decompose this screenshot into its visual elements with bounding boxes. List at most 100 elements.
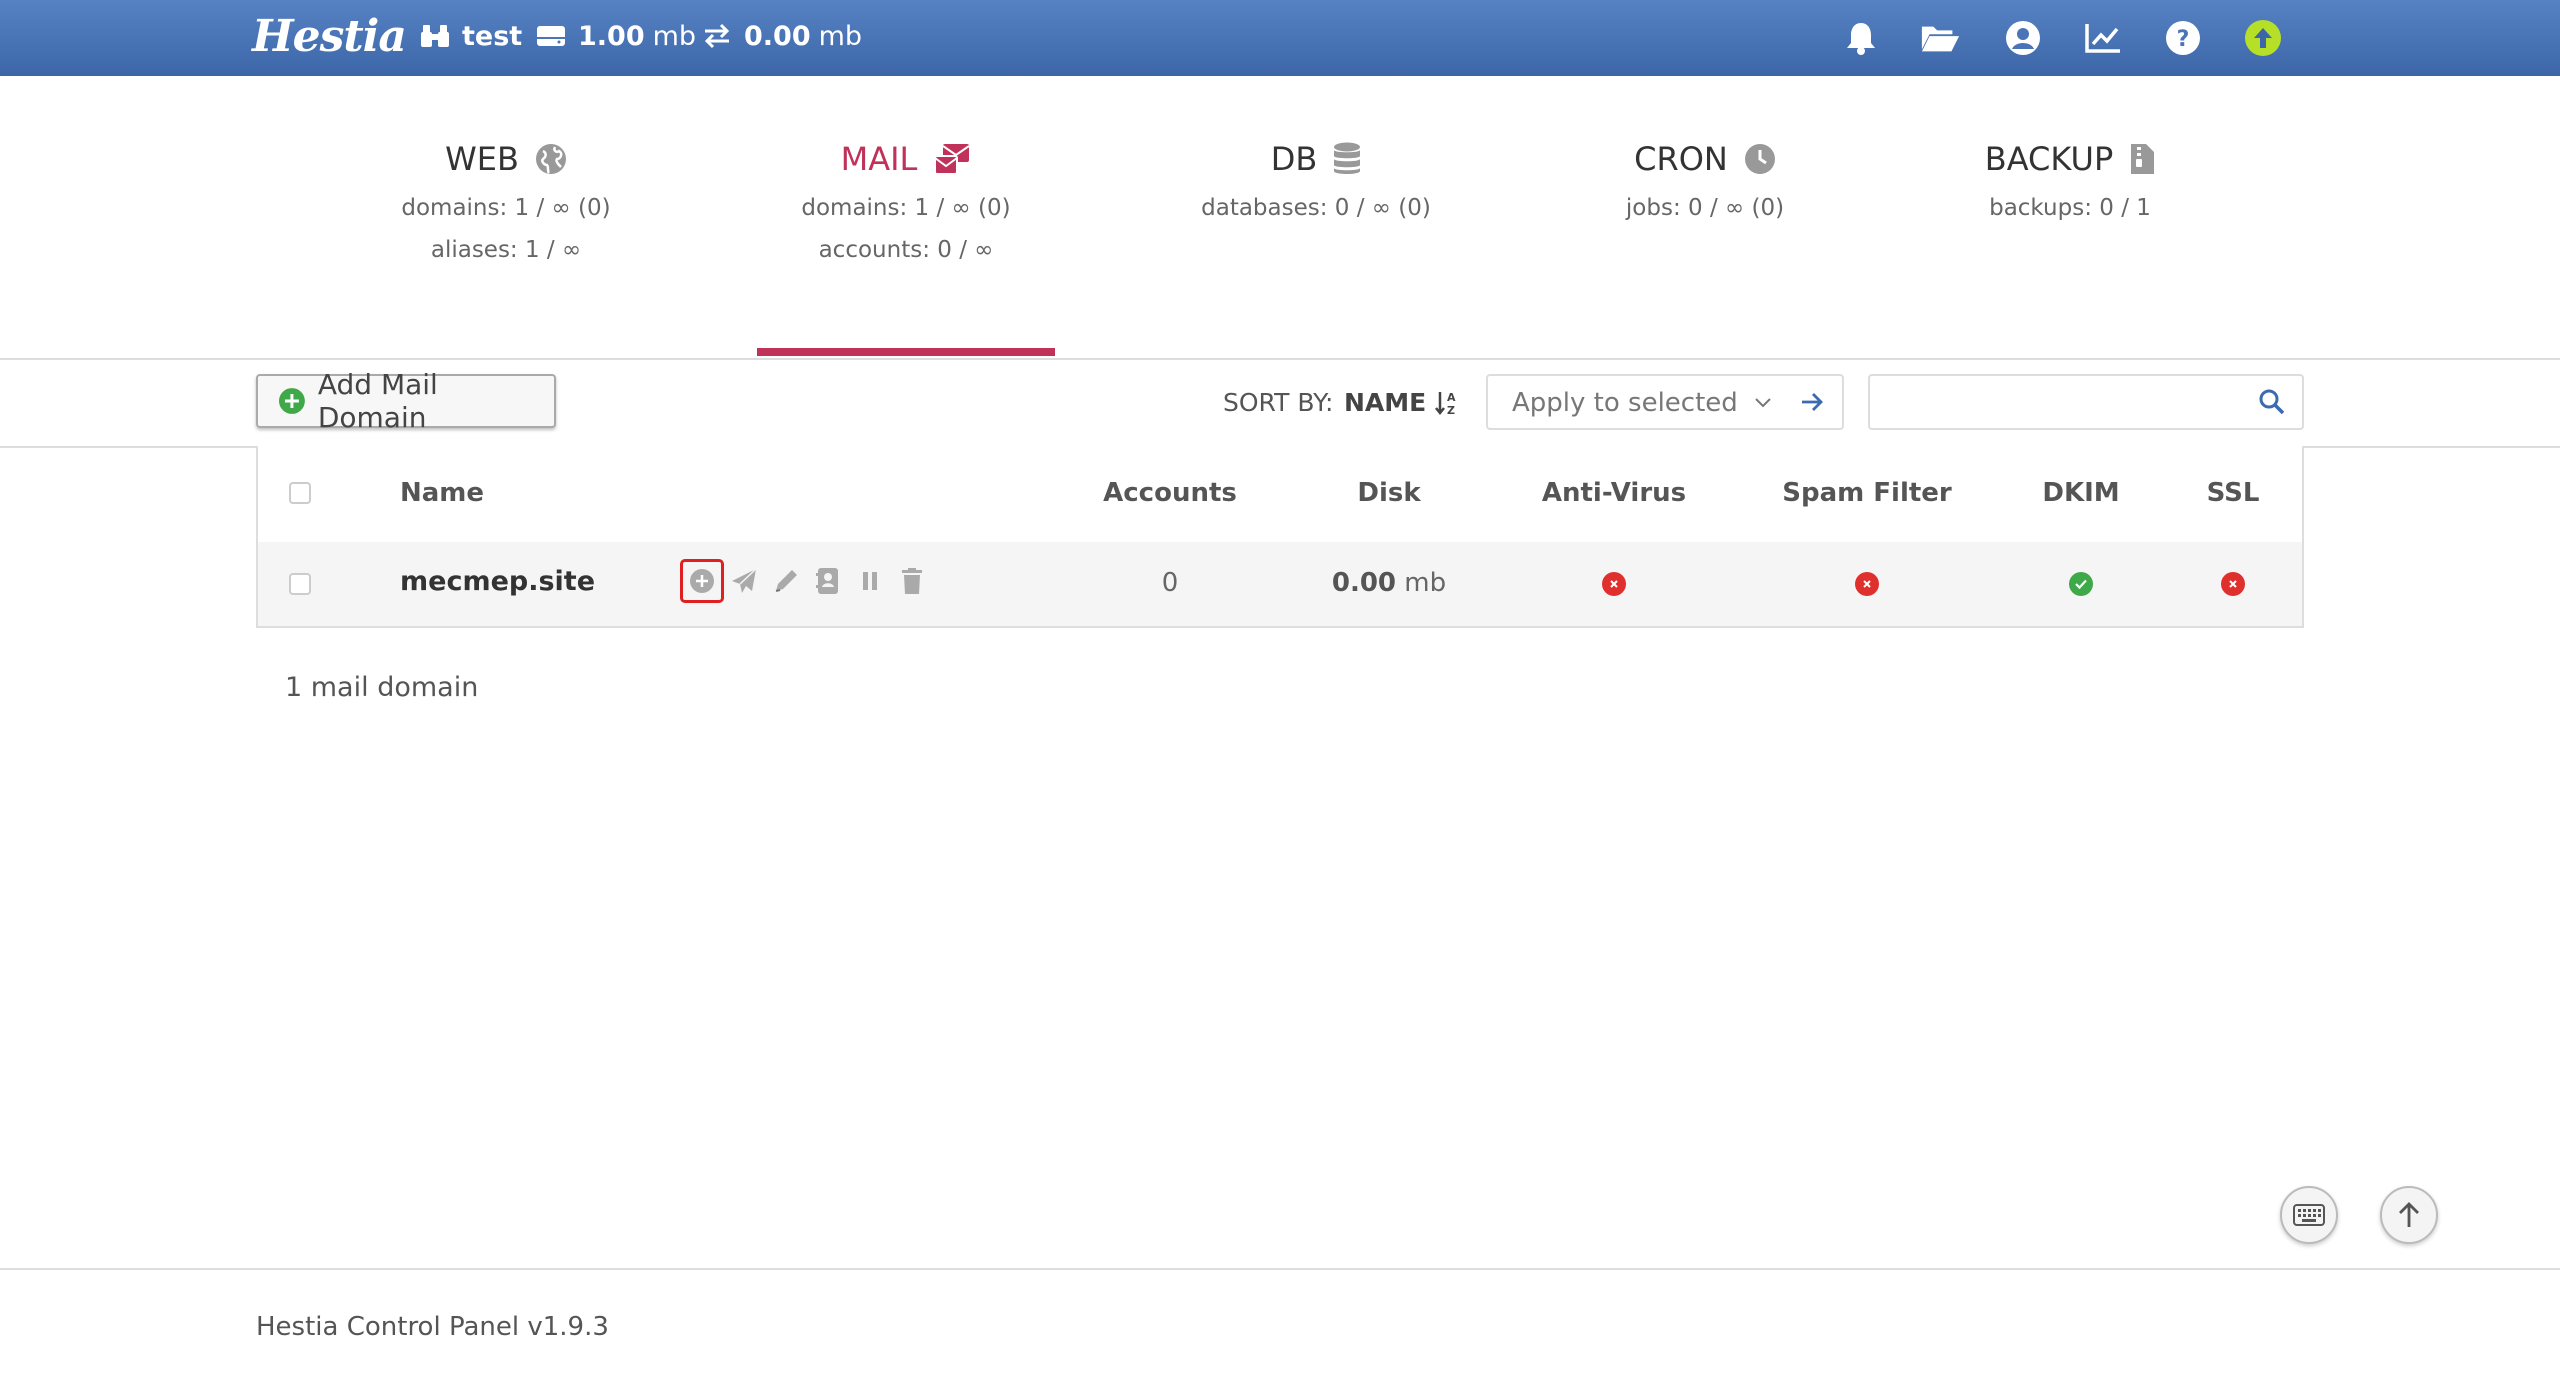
pause-icon (863, 572, 877, 590)
row-checkbox[interactable] (289, 573, 311, 595)
footer-version: Hestia Control Panel v1.9.3 (256, 1312, 609, 1342)
scroll-to-top-button[interactable] (2380, 1186, 2438, 1244)
tab-db[interactable]: DB databases: 0 / ∞ (0) (1166, 138, 1466, 222)
bandwidth-unit: mb (818, 20, 863, 52)
svg-text:?: ? (2177, 27, 2190, 52)
footer: Hestia Control Panel v1.9.3 (0, 1268, 2560, 1390)
add-mail-domain-button[interactable]: Add Mail Domain (256, 368, 556, 434)
row-actions (680, 559, 935, 603)
top-bar: Hestia test 1.00 mb 0.00 mb ? (0, 0, 2560, 76)
disk-usage-unit: mb (1404, 568, 1447, 598)
select-all-checkbox[interactable] (289, 482, 311, 504)
tab-mail-domains: domains: 1 / ∞ (0) (801, 195, 1011, 221)
tab-web[interactable]: WEB domains: 1 / ∞ (0) aliases: 1 / ∞ (356, 138, 656, 264)
database-icon (1334, 142, 1361, 174)
mail-domains-table: Name Accounts Disk Anti-Virus Spam Filte… (256, 446, 2304, 628)
globe-icon (535, 144, 566, 174)
pencil-icon (775, 570, 797, 592)
arrow-right-icon (1802, 393, 1823, 411)
column-header-ssl: SSL (2206, 478, 2260, 508)
binoculars-icon (421, 25, 449, 47)
tab-db-databases: databases: 0 / ∞ (0) (1201, 195, 1431, 221)
tab-mail[interactable]: MAIL domains: 1 / ∞ (0) accounts: 0 / ∞ (756, 138, 1056, 264)
bandwidth-value: 0.00 (744, 20, 811, 52)
user-stat[interactable]: test (420, 18, 530, 54)
dns-records-button[interactable] (725, 562, 763, 600)
search-button[interactable] (2258, 388, 2286, 420)
add-mail-domain-label: Add Mail Domain (317, 368, 438, 434)
user-circle-icon[interactable] (2003, 18, 2043, 58)
sort-by-toggle[interactable]: NAME AZ (1344, 388, 1460, 417)
keyboard-shortcuts-button[interactable] (2280, 1186, 2338, 1244)
chart-line-icon[interactable] (2083, 18, 2123, 58)
username: test (462, 20, 523, 52)
column-header-dkim: DKIM (2042, 478, 2120, 508)
sort-by-label: SORT BY: (1223, 388, 1334, 417)
stats-tabs: WEB domains: 1 / ∞ (0) aliases: 1 / ∞ MA… (0, 76, 2560, 360)
tab-backup[interactable]: BACKUP backups: 0 / 1 (1920, 138, 2220, 222)
suspend-mail-domain-button[interactable] (851, 562, 889, 600)
ssl-disabled-icon (2221, 572, 2245, 596)
search-icon (2259, 389, 2285, 415)
tab-web-label: WEB (445, 140, 519, 178)
table-header: Name Accounts Disk Anti-Virus Spam Filte… (258, 446, 2302, 544)
apply-to-selected-select[interactable]: Apply to selected (1512, 388, 1772, 418)
tab-cron-jobs: jobs: 0 / ∞ (0) (1625, 195, 1785, 221)
add-mail-account-button[interactable] (680, 559, 724, 603)
column-header-disk: Disk (1357, 478, 1421, 508)
tab-mail-label: MAIL (840, 140, 918, 178)
sort-by-value: NAME (1344, 388, 1427, 417)
apply-to-selected-text: Apply to selected (1512, 388, 1738, 418)
dkim-enabled-icon (2069, 572, 2093, 596)
mail-client-button[interactable] (809, 562, 847, 600)
svg-text:A: A (1447, 391, 1456, 404)
tab-backup-backups: backups: 0 / 1 (1989, 195, 2151, 221)
antivirus-disabled-icon (1602, 572, 1626, 596)
help-icon[interactable]: ? (2163, 18, 2203, 58)
tab-cron-label: CRON (1634, 140, 1728, 178)
bulk-action-control: Apply to selected (1486, 374, 1844, 430)
accounts-count: 0 (1161, 568, 1179, 598)
toolbar: Add Mail Domain SORT BY: NAME AZ Apply t… (0, 358, 2560, 448)
bandwidth-stat: 0.00 mb (702, 18, 862, 54)
tab-cron[interactable]: CRON jobs: 0 / ∞ (0) (1555, 138, 1855, 222)
tab-web-aliases: aliases: 1 / ∞ (430, 237, 582, 263)
column-header-name[interactable]: Name (400, 478, 484, 508)
bell-icon[interactable] (1841, 18, 1881, 58)
search-box (1868, 374, 2304, 430)
tab-web-domains: domains: 1 / ∞ (0) (401, 195, 611, 221)
disk-usage-value: 0.00 (1331, 568, 1397, 598)
delete-mail-domain-button[interactable] (893, 562, 931, 600)
paper-plane-icon (732, 568, 757, 593)
update-icon[interactable] (2243, 18, 2283, 58)
table-row: mecmep.site 0 0.00 mb (258, 542, 2302, 626)
arrow-up-icon (2399, 1202, 2419, 1227)
exchange-icon (704, 23, 730, 49)
plus-circle-icon (278, 388, 305, 414)
mail-bulk-icon (934, 144, 970, 175)
hestia-logo[interactable]: Hestia (252, 2, 407, 72)
svg-text:Z: Z (1447, 404, 1455, 416)
tab-mail-accounts: accounts: 0 / ∞ (818, 237, 994, 263)
spam-filter-disabled-icon (1855, 572, 1879, 596)
keyboard-icon (2293, 1204, 2325, 1226)
edit-mail-domain-button[interactable] (767, 562, 805, 600)
tab-backup-label: BACKUP (1984, 140, 2114, 178)
disk-value: 1.00 (578, 20, 645, 52)
sort-alpha-icon: AZ (1435, 391, 1456, 416)
column-header-accounts: Accounts (1103, 478, 1237, 508)
disk-unit: mb (652, 20, 697, 52)
clock-icon (1744, 144, 1775, 174)
chevron-down-icon (1755, 398, 1771, 408)
column-header-spam-filter: Spam Filter (1782, 478, 1952, 508)
file-archive-icon (2131, 144, 2155, 174)
disk-usage: 0.00 mb (1332, 568, 1446, 598)
mail-domain-name[interactable]: mecmep.site (400, 566, 595, 597)
active-tab-indicator (757, 348, 1055, 356)
hard-drive-icon (537, 26, 565, 46)
tab-db-label: DB (1270, 140, 1318, 178)
apply-submit-button[interactable] (1800, 390, 1824, 418)
search-input[interactable] (1880, 382, 2244, 424)
folder-open-icon[interactable] (1920, 18, 1960, 58)
plus-circle-icon (690, 569, 714, 593)
